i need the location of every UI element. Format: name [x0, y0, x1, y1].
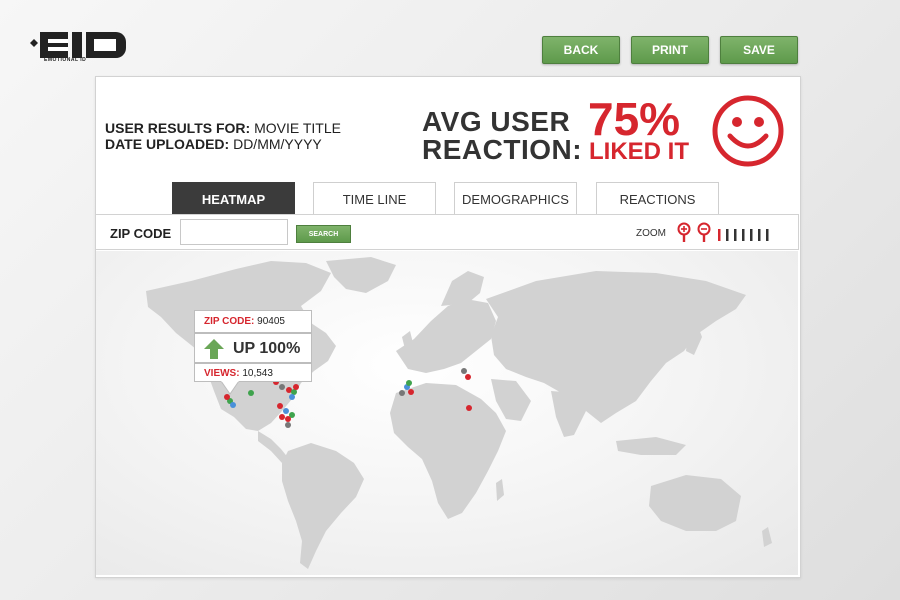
zoom-controls: [677, 222, 769, 243]
back-button[interactable]: BACK: [542, 36, 620, 64]
logo-subtitle: EMOTIONAL ID: [44, 57, 87, 63]
tab-reactions[interactable]: REACTIONS: [596, 182, 719, 215]
africa-shape: [390, 383, 506, 519]
heat-dot: [289, 394, 295, 400]
tooltip-pointer: [221, 381, 239, 395]
zoom-out-icon[interactable]: [697, 222, 711, 243]
heat-dot: [408, 389, 414, 395]
heat-dot: [465, 374, 471, 380]
southeast-asia-shape: [616, 437, 686, 455]
date-uploaded-value: DD/MM/YYYY: [233, 136, 322, 152]
reaction-percent: 75%: [588, 93, 681, 145]
heat-dot: [293, 384, 299, 390]
zoom-label: ZOOM: [636, 228, 666, 239]
world-map[interactable]: [96, 251, 798, 575]
heat-dot: [279, 384, 285, 390]
heat-dot: [230, 402, 236, 408]
tab-demographics[interactable]: DEMOGRAPHICS: [454, 182, 577, 215]
new-zealand-shape: [762, 527, 772, 547]
tooltip-views-label: VIEWS:: [204, 368, 240, 379]
heatmap-map[interactable]: [96, 251, 798, 575]
zip-code-input[interactable]: [180, 219, 288, 245]
heat-dot: [285, 422, 291, 428]
save-button[interactable]: SAVE: [720, 36, 798, 64]
zoom-in-icon[interactable]: [677, 222, 691, 243]
tooltip-zip-value: 90405: [257, 316, 285, 327]
australia-shape: [649, 475, 741, 531]
tooltip-zip-row: ZIP CODE: 90405: [194, 310, 312, 333]
tooltip-views-value: 10,543: [242, 368, 273, 379]
reaction-verdict: LIKED IT: [589, 138, 689, 165]
zip-code-label: ZIP CODE: [110, 226, 172, 241]
avg-reaction-line1: AVG USER: [422, 106, 571, 137]
heat-dot: [277, 403, 283, 409]
tab-time-line[interactable]: TIME LINE: [313, 182, 436, 215]
greenland-shape: [326, 257, 396, 293]
heat-dot: [248, 390, 254, 396]
tab-heatmap[interactable]: HEATMAP: [172, 182, 295, 215]
heat-dot: [399, 390, 405, 396]
heat-dot: [466, 405, 472, 411]
heat-dot: [285, 416, 291, 422]
eid-logo-mark: [30, 32, 126, 58]
arrow-up-icon: [204, 339, 224, 359]
user-results-info: USER RESULTS FOR: MOVIE TITLE DATE UPLOA…: [105, 120, 341, 152]
south-america-shape: [282, 443, 364, 569]
tooltip-trend: UP 100%: [233, 340, 301, 357]
heat-dot: [406, 380, 412, 386]
smiley-face-icon: [712, 95, 784, 167]
search-button[interactable]: SEARCH: [296, 225, 351, 243]
print-button[interactable]: PRINT: [631, 36, 709, 64]
tooltip-zip-label: ZIP CODE:: [204, 316, 255, 327]
madagascar-shape: [496, 479, 504, 501]
land-masses: [146, 257, 772, 569]
scandinavia-shape: [441, 271, 484, 306]
user-results-label: USER RESULTS FOR:: [105, 120, 251, 136]
central-america-shape: [258, 431, 289, 463]
zoom-level-slider[interactable]: [718, 229, 769, 241]
avg-reaction-heading: AVG USER REACTION:: [422, 108, 582, 164]
heat-dot: [283, 408, 289, 414]
movie-title: MOVIE TITLE: [254, 120, 341, 136]
avg-reaction-line2: REACTION:: [422, 134, 583, 165]
heat-dot: [461, 368, 467, 374]
tooltip-views-row: VIEWS: 10,543: [194, 363, 312, 382]
heat-dot: [279, 414, 285, 420]
arabia-shape: [491, 379, 531, 421]
date-uploaded-label: DATE UPLOADED:: [105, 136, 230, 152]
tooltip-trend-row: UP 100%: [194, 333, 312, 363]
